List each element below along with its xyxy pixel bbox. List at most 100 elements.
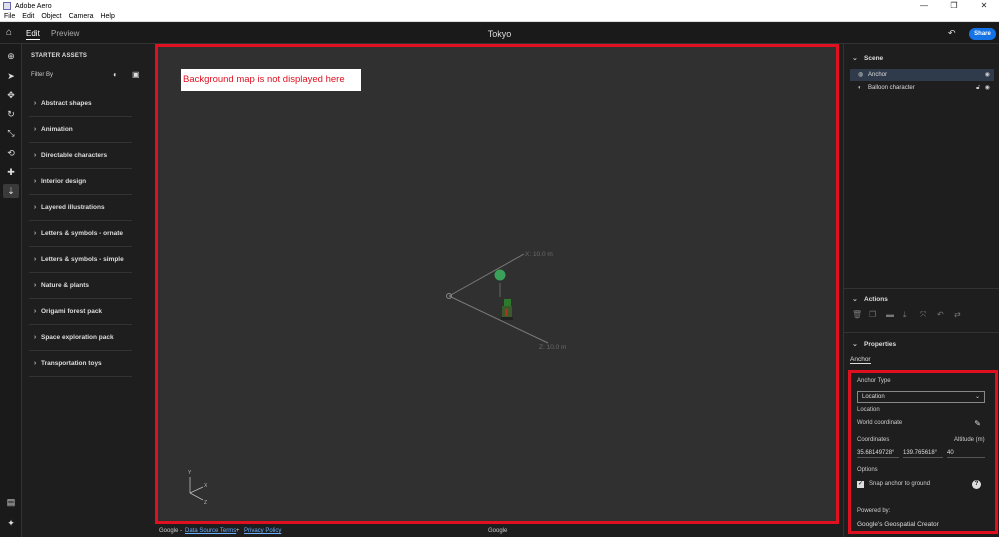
- chevron-right-icon: ›: [33, 230, 37, 237]
- asset-category-label: Origami forest pack: [41, 308, 103, 315]
- undo-icon[interactable]: ↶: [948, 28, 956, 39]
- viewport-canvas: X: 10.0 m Z: 10.0 m Y X Z: [188, 251, 566, 506]
- scene-item-balloon-character[interactable]: ◐ Balloon character 🔓︎ ◉: [850, 82, 994, 94]
- menu-edit[interactable]: Edit: [22, 13, 34, 20]
- assets-header: STARTER ASSETS: [31, 53, 88, 59]
- asset-category[interactable]: › Space exploration pack: [29, 325, 132, 351]
- menu-object[interactable]: Object: [41, 13, 61, 20]
- asset-category-label: Animation: [41, 126, 73, 133]
- scene-item-label: Balloon character: [868, 85, 915, 91]
- menu-help[interactable]: Help: [100, 13, 114, 20]
- asset-category[interactable]: › Layered illustrations: [29, 195, 132, 221]
- altitude-field[interactable]: 40: [947, 448, 985, 458]
- asset-category-label: Abstract shapes: [41, 100, 92, 107]
- altitude-label: Altitude (m): [954, 437, 985, 443]
- visibility-icon[interactable]: ◉: [985, 69, 990, 81]
- tab-preview[interactable]: Preview: [51, 29, 79, 38]
- asset-category[interactable]: › Letters & symbols - ornate: [29, 221, 132, 247]
- group-icon[interactable]: ▬: [886, 310, 903, 319]
- actions-section-header[interactable]: ⌄ Actions: [852, 295, 888, 303]
- duplicate-icon[interactable]: ❐: [869, 310, 886, 319]
- chevron-right-icon: ›: [33, 100, 37, 107]
- chevron-down-icon: ⌄: [852, 296, 858, 303]
- powered-by-label: Powered by:: [857, 508, 891, 514]
- map-attribution: Google - Data Source Terms + Privacy Pol…: [155, 525, 839, 537]
- window-titlebar: Adobe Aero — ❐ ✕: [0, 0, 999, 12]
- scene-item-anchor[interactable]: ◍ Anchor ◉: [850, 69, 994, 81]
- chevron-right-icon: ›: [33, 204, 37, 211]
- tab-anchor[interactable]: Anchor: [850, 356, 871, 364]
- orbit-icon[interactable]: ⟲: [3, 146, 19, 160]
- longitude-field[interactable]: 139.765618°: [903, 448, 943, 458]
- asset-category-label: Directable characters: [41, 152, 108, 159]
- x-axis-line: [448, 253, 525, 297]
- balloon-character: [501, 299, 513, 320]
- library-icon[interactable]: ▤: [3, 495, 19, 509]
- filter-image-icon[interactable]: ▣: [132, 70, 140, 79]
- options-label: Options: [857, 467, 878, 473]
- menu-camera[interactable]: Camera: [69, 13, 94, 20]
- share-button[interactable]: Share: [969, 28, 996, 40]
- expand-icon[interactable]: ⤧: [920, 310, 937, 320]
- visibility-icon[interactable]: ◉: [985, 82, 990, 94]
- rotate-icon[interactable]: ↻: [3, 107, 19, 121]
- undo-icon[interactable]: ↶: [937, 310, 954, 319]
- window-title: Adobe Aero: [15, 2, 52, 10]
- chevron-down-icon: ⌄: [974, 394, 980, 400]
- lock-icon[interactable]: 🔓︎: [976, 82, 980, 94]
- help-icon[interactable]: ?: [972, 480, 981, 489]
- tab-edit[interactable]: Edit: [26, 29, 40, 40]
- chevron-down-icon: ⌄: [852, 341, 858, 348]
- divider: [844, 332, 999, 333]
- google-prefix: Google -: [159, 528, 183, 534]
- minimize-button[interactable]: —: [909, 0, 939, 12]
- add-icon[interactable]: ⊕: [3, 49, 19, 63]
- asset-category-label: Nature & plants: [41, 282, 90, 289]
- scene-item-label: Anchor: [868, 72, 888, 78]
- tool-rail: ⊕ ➤ ✥ ↻ ⤡ ⟲ ✚ ⇣ ▤ ✦: [0, 44, 22, 537]
- chevron-right-icon: ›: [33, 308, 37, 315]
- filter-3d-icon[interactable]: ◐: [113, 70, 118, 79]
- asset-category[interactable]: › Nature & plants: [29, 273, 132, 299]
- trash-icon[interactable]: 🗑︎: [852, 310, 869, 319]
- pencil-icon[interactable]: ✎: [974, 419, 981, 428]
- scene-viewport[interactable]: Background map is not displayed here X: …: [155, 44, 839, 524]
- asset-category[interactable]: › Directable characters: [29, 143, 132, 169]
- close-button[interactable]: ✕: [969, 0, 999, 12]
- properties-section-header[interactable]: ⌄ Properties: [852, 340, 896, 348]
- scale-icon[interactable]: ⤡: [3, 126, 19, 140]
- maximize-button[interactable]: ❐: [939, 0, 969, 12]
- move-icon[interactable]: ✥: [3, 88, 19, 102]
- scene-section-header[interactable]: ⌄ Scene: [852, 54, 883, 62]
- asset-category[interactable]: › Origami forest pack: [29, 299, 132, 325]
- select-icon[interactable]: ➤: [3, 69, 19, 83]
- behavior-icon[interactable]: ✦: [3, 516, 19, 530]
- menu-file[interactable]: File: [4, 13, 15, 20]
- snap-to-ground-checkbox[interactable]: ✓: [857, 481, 864, 488]
- place-icon[interactable]: ⇣: [3, 184, 19, 198]
- replace-icon[interactable]: ⇄: [954, 310, 971, 319]
- asset-category[interactable]: › Transportation toys: [29, 351, 132, 377]
- gizmo-z-label: Z: [204, 500, 207, 506]
- latitude-field[interactable]: 35.68149728°: [857, 448, 899, 458]
- anchor-type-value: Location: [862, 394, 885, 400]
- privacy-policy-link[interactable]: Privacy Policy: [244, 525, 281, 537]
- home-icon[interactable]: ⌂: [6, 28, 16, 38]
- chevron-right-icon: ›: [33, 178, 37, 185]
- gizmo-y-label: Y: [188, 470, 192, 476]
- data-source-link[interactable]: Data Source Terms: [185, 525, 236, 537]
- anchor-properties-box: Anchor Type Location ⌄ Location World co…: [848, 370, 998, 534]
- chevron-right-icon: ›: [33, 282, 37, 289]
- download-icon[interactable]: ⤓: [903, 310, 920, 320]
- asset-category[interactable]: › Interior design: [29, 169, 132, 195]
- balloon: [494, 269, 506, 281]
- z-axis-label: Z: 10.0 m: [539, 344, 566, 351]
- document-title: Tokyo: [487, 29, 512, 39]
- menu-bar: File Edit Object Camera Help: [0, 12, 999, 22]
- asset-category[interactable]: › Letters & symbols - simple: [29, 247, 132, 273]
- anchor-type-select[interactable]: Location ⌄: [857, 391, 985, 403]
- asset-category[interactable]: › Abstract shapes: [29, 91, 132, 117]
- asset-category[interactable]: › Animation: [29, 117, 132, 143]
- gizmo-x-label: X: [204, 483, 208, 489]
- pan-icon[interactable]: ✚: [3, 165, 19, 179]
